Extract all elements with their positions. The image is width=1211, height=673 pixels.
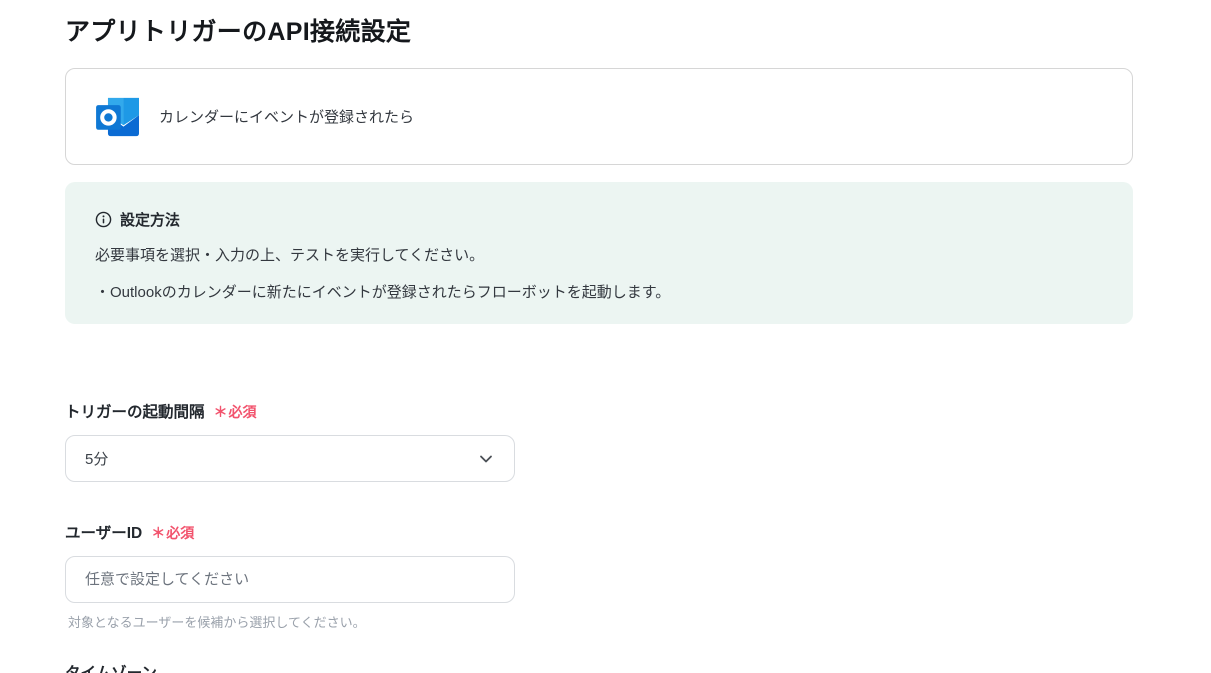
info-line: ・Outlookのカレンダーに新たにイベントが登録されたらフローボットを起動しま…: [95, 284, 671, 301]
info-panel-header: 設定方法: [95, 209, 1103, 230]
chevron-down-icon: [478, 451, 494, 467]
field-label-row: ユーザーID ＊必須: [65, 524, 515, 543]
page-title: アプリトリガーのAPI接続設定: [65, 18, 412, 46]
required-text: 必須: [166, 525, 195, 541]
field-label: トリガーの起動間隔: [65, 404, 205, 421]
info-line: 必要事項を選択・入力の上、テストを実行してください。: [95, 247, 485, 264]
required-badge: ＊必須: [151, 524, 194, 543]
trigger-interval-selected-value: 5分: [85, 451, 109, 468]
api-connection-settings-page: アプリトリガーのAPI接続設定 カレンダーにイベントが登録されたら 設定方法 必…: [65, 16, 1133, 673]
trigger-interval-select[interactable]: 5分: [65, 435, 515, 482]
required-badge: ＊必須: [214, 403, 257, 422]
required-text: 必須: [228, 404, 257, 420]
required-mark: ＊: [213, 404, 228, 420]
required-mark: ＊: [151, 525, 166, 541]
user-id-helper-text: 対象となるユーザーを候補から選択してください。: [68, 615, 366, 630]
info-icon: [95, 211, 112, 228]
trigger-app-card[interactable]: カレンダーにイベントが登録されたら: [65, 68, 1133, 165]
field-user-id: ユーザーID ＊必須 対象となるユーザーを候補から選択してください。: [65, 524, 515, 631]
user-id-input[interactable]: [65, 556, 515, 603]
field-label: タイムゾーン: [65, 664, 157, 673]
field-trigger-interval: トリガーの起動間隔 ＊必須 5分: [65, 403, 515, 482]
info-panel-heading: 設定方法: [120, 212, 181, 229]
field-label: ユーザーID: [65, 525, 143, 542]
field-label-row: タイムゾーン: [65, 664, 515, 673]
outlook-icon: [95, 96, 141, 138]
field-timezone: タイムゾーン: [65, 664, 515, 673]
info-panel: 設定方法 必要事項を選択・入力の上、テストを実行してください。 ・Outlook…: [65, 182, 1133, 324]
field-label-row: トリガーの起動間隔 ＊必須: [65, 403, 515, 422]
trigger-card-label: カレンダーにイベントが登録されたら: [159, 109, 415, 126]
